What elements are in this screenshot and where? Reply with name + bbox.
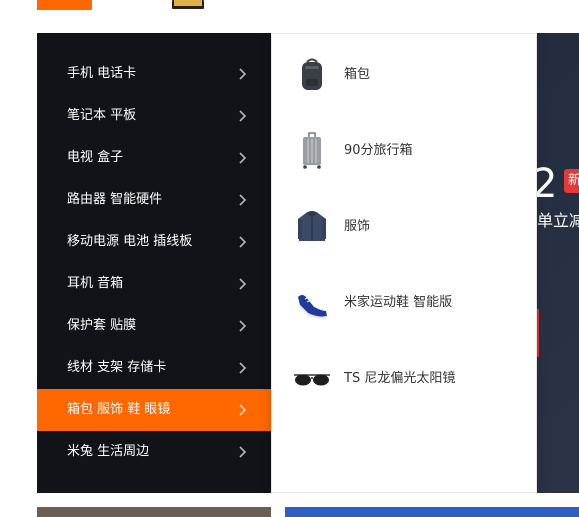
jacket-icon bbox=[298, 211, 326, 241]
category-item-audio[interactable]: 耳机 音箱 bbox=[37, 263, 271, 305]
category-item-laptops[interactable]: 笔记本 平板 bbox=[37, 95, 271, 137]
flyout-item-sneakers[interactable]: 米家运动鞋 智能版 bbox=[272, 278, 538, 328]
category-item-cables[interactable]: 线材 支架 存储卡 bbox=[37, 347, 271, 389]
suitcase-icon bbox=[303, 132, 321, 169]
flyout-item-label: 米家运动鞋 智能版 bbox=[344, 295, 453, 310]
category-item-lifestyle[interactable]: 米兔 生活周边 bbox=[37, 431, 271, 473]
flyout-item-suitcase[interactable]: 90分旅行箱 bbox=[272, 126, 538, 176]
category-label: 箱包 服饰 鞋 眼镜 bbox=[67, 402, 171, 417]
sneaker-icon bbox=[298, 295, 327, 319]
promo-tile-left[interactable] bbox=[37, 507, 271, 517]
category-label: 线材 支架 存储卡 bbox=[67, 360, 167, 375]
chevron-right-icon bbox=[239, 278, 247, 290]
cart-icon[interactable] bbox=[172, 0, 204, 10]
chevron-right-icon bbox=[239, 362, 247, 374]
chevron-right-icon bbox=[239, 152, 247, 164]
category-item-bags[interactable]: 箱包 服饰 鞋 眼镜 bbox=[37, 389, 271, 431]
category-label: 耳机 音箱 bbox=[67, 276, 124, 291]
category-item-tv[interactable]: 电视 盒子 bbox=[37, 137, 271, 179]
chevron-right-icon bbox=[239, 194, 247, 206]
promo-tile-right[interactable] bbox=[285, 507, 579, 517]
category-label: 笔记本 平板 bbox=[67, 108, 137, 123]
category-label: 电视 盒子 bbox=[67, 150, 124, 165]
backpack-icon bbox=[302, 58, 322, 90]
flyout-item-label: 服饰 bbox=[344, 219, 371, 234]
category-menu: 手机 电话卡 笔记本 平板 电视 盒子 路由器 智能硬件 移动电源 电池 插线板… bbox=[37, 33, 271, 493]
category-label: 手机 电话卡 bbox=[67, 66, 137, 81]
banner-new-badge: 新 bbox=[564, 169, 579, 193]
chevron-right-icon bbox=[239, 236, 247, 248]
category-label: 路由器 智能硬件 bbox=[67, 192, 163, 207]
category-flyout: 箱包 90分旅行箱 服饰 米家运动鞋 智能版 TS 尼龙偏光太阳镜 bbox=[271, 33, 537, 493]
chevron-right-icon bbox=[239, 320, 247, 332]
flyout-item-label: 箱包 bbox=[344, 67, 371, 82]
category-item-cases[interactable]: 保护套 贴膜 bbox=[37, 305, 271, 347]
sunglasses-icon bbox=[294, 374, 330, 386]
category-item-power[interactable]: 移动电源 电池 插线板 bbox=[37, 221, 271, 263]
flyout-item-label: 90分旅行箱 bbox=[344, 143, 413, 158]
flyout-item-apparel[interactable]: 服饰 bbox=[272, 202, 538, 252]
category-label: 保护套 贴膜 bbox=[67, 318, 137, 333]
logo-block[interactable] bbox=[37, 0, 92, 10]
category-item-phones[interactable]: 手机 电话卡 bbox=[37, 53, 271, 95]
category-item-routers[interactable]: 路由器 智能硬件 bbox=[37, 179, 271, 221]
chevron-right-icon bbox=[239, 446, 247, 458]
hero-section: 2 新 单立减 手机 电话卡 笔记本 平板 电视 盒子 路由器 智能硬件 移动电… bbox=[37, 33, 579, 493]
chevron-right-icon bbox=[239, 404, 247, 416]
chevron-right-icon bbox=[239, 68, 247, 80]
category-label: 米兔 生活周边 bbox=[67, 444, 150, 459]
flyout-item-bags[interactable]: 箱包 bbox=[272, 50, 538, 100]
chevron-right-icon bbox=[239, 110, 247, 122]
banner-subtitle: 单立减 bbox=[537, 211, 579, 230]
category-label: 移动电源 电池 插线板 bbox=[67, 234, 193, 249]
flyout-item-sunglasses[interactable]: TS 尼龙偏光太阳镜 bbox=[272, 354, 538, 404]
flyout-item-label: TS 尼龙偏光太阳镜 bbox=[344, 371, 456, 386]
